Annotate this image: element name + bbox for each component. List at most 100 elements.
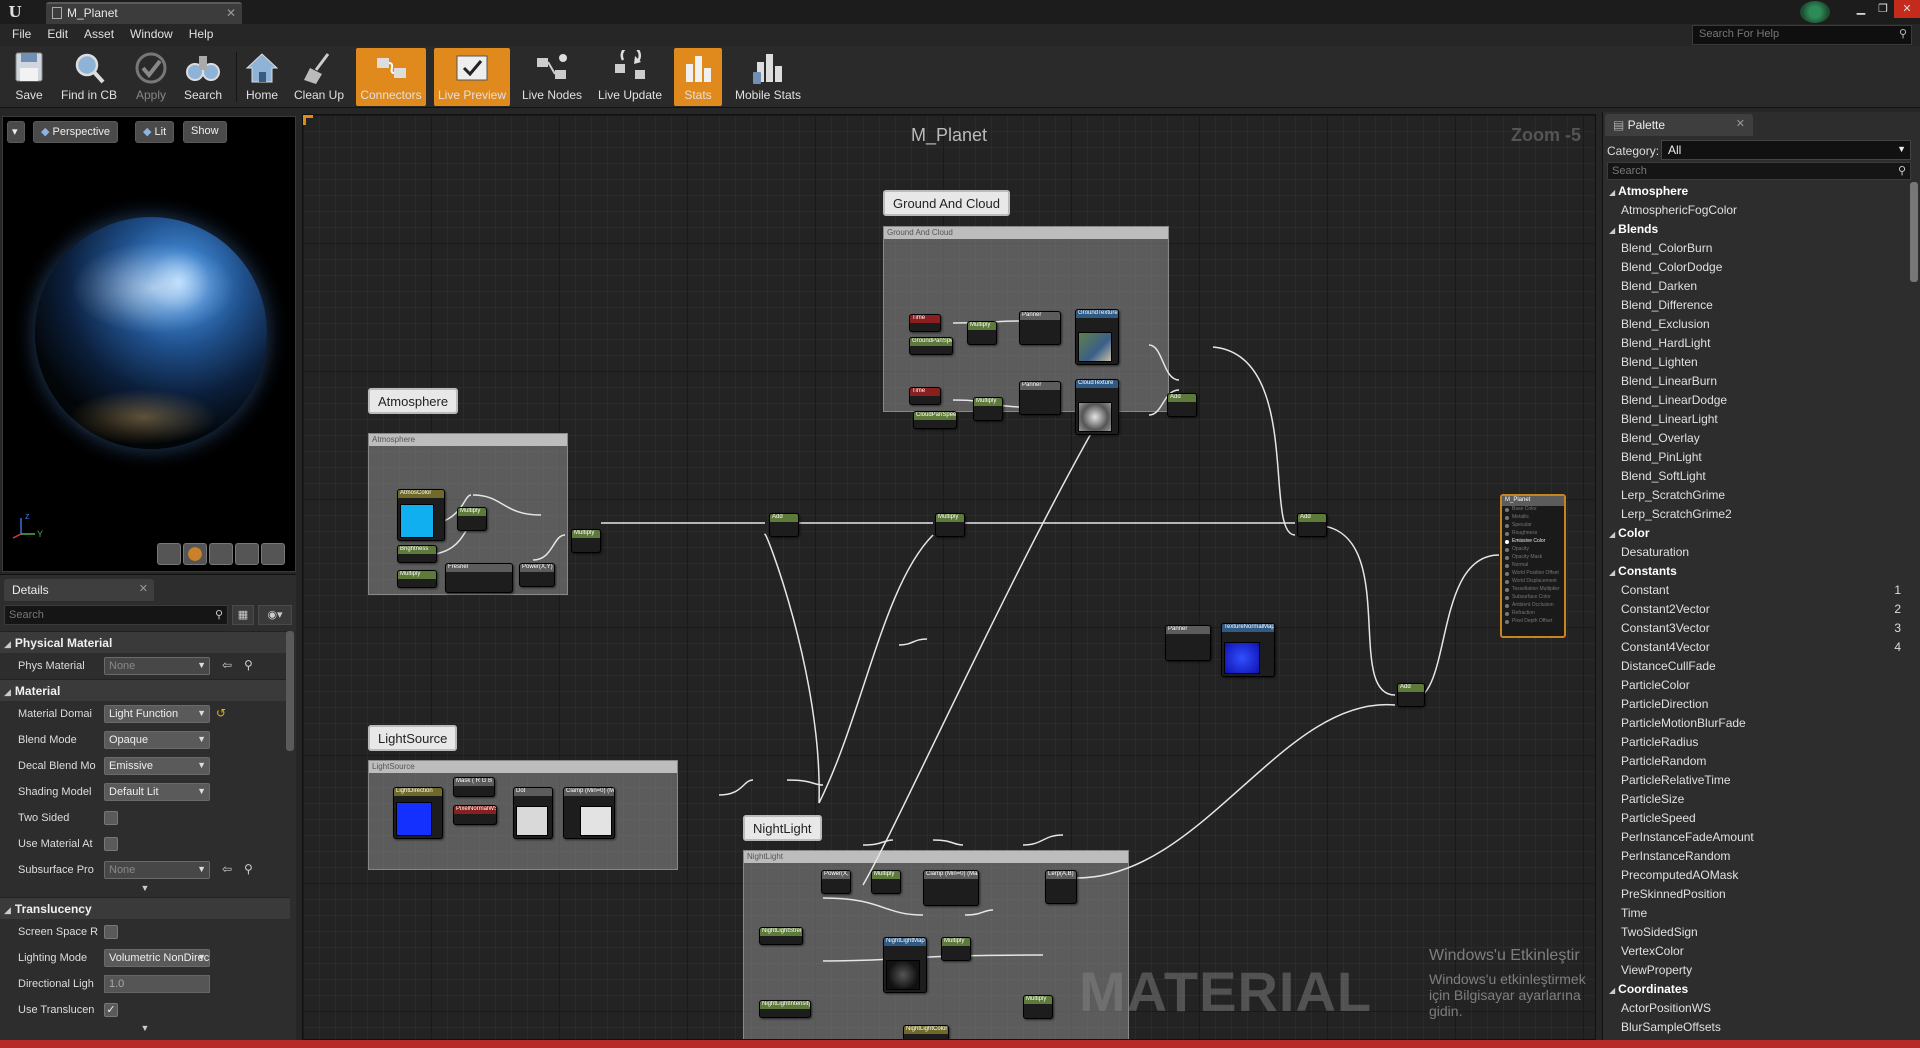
palette-item[interactable]: PerInstanceRandom bbox=[1609, 847, 1899, 866]
node-add[interactable]: Add bbox=[1167, 393, 1197, 417]
node-texture-normal-map[interactable]: TextureNormalMap bbox=[1221, 623, 1275, 677]
close-tab-icon[interactable]: ✕ bbox=[139, 582, 148, 595]
show-advanced-icon[interactable]: ▼ bbox=[0, 883, 290, 897]
node-light-direction[interactable]: LightDirection bbox=[393, 787, 443, 839]
palette-item[interactable]: ParticleColor bbox=[1609, 676, 1899, 695]
expand-arrow-icon[interactable]: ◢ bbox=[1609, 986, 1615, 995]
property-dropdown[interactable]: Emissive ▼ bbox=[104, 757, 210, 775]
output-pin[interactable]: Base Color bbox=[1502, 506, 1564, 514]
node-dot[interactable]: Dot bbox=[513, 787, 553, 839]
palette-item[interactable]: Blend_ColorBurn bbox=[1609, 239, 1899, 258]
custom-mesh-preview-icon[interactable] bbox=[261, 543, 285, 565]
node-multiply[interactable]: Multiply bbox=[973, 397, 1003, 421]
node-multiply[interactable]: Multiply bbox=[571, 529, 601, 553]
close-window-icon[interactable]: ✕ bbox=[1894, 0, 1920, 18]
menu-help[interactable]: Help bbox=[181, 24, 222, 46]
expand-arrow-icon[interactable]: ◢ bbox=[4, 639, 11, 649]
palette-item[interactable]: Blend_Difference bbox=[1609, 296, 1899, 315]
palette-item[interactable]: ActorPositionWS bbox=[1609, 999, 1899, 1018]
stats-button[interactable]: Stats bbox=[674, 48, 722, 106]
property-checkbox[interactable] bbox=[104, 811, 118, 825]
node-night-light-color[interactable]: NightLightColor bbox=[903, 1025, 949, 1039]
palette-category[interactable]: ◢ Constants bbox=[1609, 562, 1899, 581]
palette-item[interactable]: Blend_LinearBurn bbox=[1609, 372, 1899, 391]
plane-preview-icon[interactable] bbox=[209, 543, 233, 565]
node-night-light-strength[interactable]: NightLightStrength bbox=[759, 927, 803, 945]
sphere-preview-icon[interactable] bbox=[183, 543, 207, 565]
node-atmos-color[interactable]: AtmosColor bbox=[397, 489, 445, 541]
details-scrollbar[interactable] bbox=[286, 631, 294, 751]
property-dropdown[interactable]: None ▼ bbox=[104, 657, 210, 675]
palette-item[interactable]: Constant3Vector 3 bbox=[1609, 619, 1901, 638]
expand-arrow-icon[interactable]: ◢ bbox=[1609, 188, 1615, 197]
palette-item[interactable]: Constant2Vector 2 bbox=[1609, 600, 1901, 619]
output-pin[interactable]: Ambient Occlusion bbox=[1502, 602, 1564, 610]
expand-arrow-icon[interactable]: ◢ bbox=[1609, 530, 1615, 539]
lit-button[interactable]: ◆ Lit bbox=[135, 121, 175, 143]
palette-item[interactable]: PerInstanceFadeAmount bbox=[1609, 828, 1899, 847]
palette-item[interactable]: PrecomputedAOMask bbox=[1609, 866, 1899, 885]
minimize-icon[interactable]: ▁ bbox=[1850, 0, 1872, 18]
node-power[interactable]: Power(X,Y) bbox=[821, 870, 851, 894]
node-lerp[interactable]: Lerp(A,B) bbox=[1045, 870, 1077, 904]
menu-edit[interactable]: Edit bbox=[39, 24, 76, 46]
palette-item[interactable]: Time bbox=[1609, 904, 1899, 923]
node-ground-pan-speed[interactable]: GroundPanSpeed bbox=[909, 337, 953, 355]
restore-icon[interactable]: ❐ bbox=[1872, 0, 1894, 18]
preview-viewport[interactable]: ▾ ◆ Perspective ◆ Lit Show z Y bbox=[2, 116, 296, 572]
palette-item[interactable]: Lerp_ScratchGrime2 bbox=[1609, 505, 1899, 524]
category-dropdown[interactable]: All ▼ bbox=[1661, 140, 1911, 160]
node-brightness[interactable]: Brightness bbox=[397, 545, 437, 563]
palette-category[interactable]: ◢ Blends bbox=[1609, 220, 1899, 239]
palette-item[interactable]: Blend_ColorDodge bbox=[1609, 258, 1899, 277]
palette-category[interactable]: ◢ Coordinates bbox=[1609, 980, 1899, 999]
palette-item[interactable]: ParticleSize bbox=[1609, 790, 1899, 809]
palette-item[interactable]: ParticleDirection bbox=[1609, 695, 1899, 714]
notification-icon[interactable] bbox=[1800, 1, 1830, 23]
node-fresnel[interactable]: Fresnel bbox=[445, 563, 513, 593]
palette-item[interactable]: Blend_Darken bbox=[1609, 277, 1899, 296]
palette-item[interactable]: Blend_HardLight bbox=[1609, 334, 1899, 353]
output-pin[interactable]: Normal bbox=[1502, 562, 1564, 570]
cube-preview-icon[interactable] bbox=[235, 543, 259, 565]
palette-item[interactable]: Blend_LinearLight bbox=[1609, 410, 1899, 429]
output-pin[interactable]: Opacity Mask bbox=[1502, 554, 1564, 562]
node-time[interactable]: Time bbox=[909, 387, 941, 405]
material-graph-canvas[interactable]: M_Planet Zoom -5 Ground And Cloud Atmosp… bbox=[302, 114, 1596, 1040]
node-multiply[interactable]: Multiply bbox=[457, 507, 487, 531]
output-pin[interactable]: Tessellation Multiplier bbox=[1502, 586, 1564, 594]
node-clamp[interactable]: Clamp (Min=0) (Max=1) bbox=[563, 787, 615, 839]
find-in-cb-button[interactable]: Find in CB bbox=[58, 48, 120, 106]
palette-item[interactable]: Blend_Overlay bbox=[1609, 429, 1899, 448]
show-advanced-icon[interactable]: ▼ bbox=[0, 1023, 290, 1037]
node-power[interactable]: Power(X,Y) bbox=[519, 563, 555, 587]
node-mask[interactable]: Mask ( R G B ) bbox=[453, 777, 495, 797]
node-cloud-texture[interactable]: CloudTexture bbox=[1075, 379, 1119, 435]
output-pin[interactable]: Pixel Depth Offset bbox=[1502, 618, 1564, 626]
details-category[interactable]: ◢ Material bbox=[0, 679, 290, 701]
node-time[interactable]: Time bbox=[909, 314, 941, 332]
live-preview-button[interactable]: Live Preview bbox=[434, 48, 510, 106]
menu-asset[interactable]: Asset bbox=[76, 24, 122, 46]
mobile-stats-button[interactable]: Mobile Stats bbox=[730, 48, 806, 106]
browse-icon[interactable]: ⚲ bbox=[244, 862, 253, 876]
property-checkbox[interactable] bbox=[104, 837, 118, 851]
use-selected-icon[interactable]: ⇦ bbox=[222, 658, 232, 672]
expand-arrow-icon[interactable]: ◢ bbox=[4, 687, 11, 697]
node-panner[interactable]: Panner bbox=[1165, 625, 1211, 661]
use-selected-icon[interactable]: ⇦ bbox=[222, 862, 232, 876]
node-add[interactable]: Add bbox=[769, 513, 799, 537]
node-multiply[interactable]: Multiply bbox=[967, 321, 997, 345]
property-matrix-icon[interactable]: ▦ bbox=[232, 605, 254, 625]
palette-item[interactable]: ParticleRandom bbox=[1609, 752, 1899, 771]
close-tab-icon[interactable]: ✕ bbox=[226, 6, 236, 20]
details-category[interactable]: ◢ Translucency bbox=[0, 897, 290, 919]
apply-button[interactable]: Apply bbox=[128, 48, 174, 106]
viewport-options-button[interactable]: ▾ bbox=[7, 121, 25, 143]
output-pin[interactable]: World Displacement bbox=[1502, 578, 1564, 586]
property-dropdown[interactable]: Default Lit ▼ bbox=[104, 783, 210, 801]
close-tab-icon[interactable]: ✕ bbox=[1736, 117, 1745, 130]
palette-item[interactable]: Constant 1 bbox=[1609, 581, 1901, 600]
palette-item[interactable]: Blend_LinearDodge bbox=[1609, 391, 1899, 410]
node-clamp[interactable]: Clamp (Min=0) (Max=1) bbox=[923, 870, 979, 906]
